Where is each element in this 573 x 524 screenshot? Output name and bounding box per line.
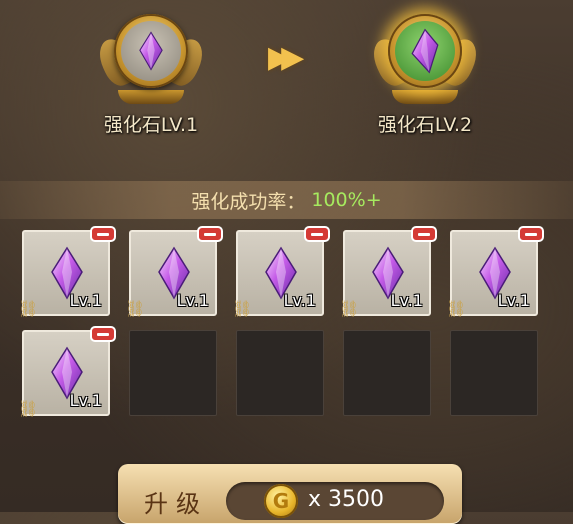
remove-button[interactable] xyxy=(518,226,544,242)
chain-icon: ⛓ xyxy=(446,299,467,318)
material-slot-empty[interactable] xyxy=(236,330,324,416)
material-slot-filled[interactable]: ⛓ Lv.1 xyxy=(18,226,116,318)
remove-button[interactable] xyxy=(411,226,437,242)
purple-crystal-icon xyxy=(139,31,163,71)
chain-icon: ⛓ xyxy=(18,399,39,418)
material-slot-filled[interactable]: ⛓ Lv.1 xyxy=(18,326,116,418)
remove-button[interactable] xyxy=(90,326,116,342)
chain-icon: ⛓ xyxy=(18,299,39,318)
remove-button[interactable] xyxy=(197,226,223,242)
double-chevron-right-icon: ▶▶ xyxy=(268,40,304,75)
medal-base xyxy=(392,90,458,104)
next-stone-medal xyxy=(367,8,483,118)
material-slot-filled[interactable]: ⛓ Lv.1 xyxy=(125,226,223,318)
success-rate-bar: 强化成功率： 100%+ xyxy=(0,181,573,219)
upgrade-cost: x 3500 xyxy=(308,487,384,512)
gold-coin-icon: G xyxy=(264,484,298,518)
success-rate-value: 100%+ xyxy=(311,189,382,211)
material-slot-filled[interactable]: ⛓ Lv.1 xyxy=(339,226,437,318)
minus-icon xyxy=(311,232,323,236)
slot-level: Lv.1 xyxy=(69,291,102,310)
medal-core xyxy=(395,21,455,81)
cost-prefix: x xyxy=(308,487,322,512)
medal-core xyxy=(121,21,181,81)
chain-icon: ⛓ xyxy=(125,299,146,318)
material-slot-empty[interactable] xyxy=(343,330,431,416)
minus-icon xyxy=(97,232,109,236)
upgrade-cost-pill: G x 3500 xyxy=(226,482,444,520)
minus-icon xyxy=(525,232,537,236)
remove-button[interactable] xyxy=(90,226,116,242)
medal-ring xyxy=(114,14,188,88)
current-stone-medal xyxy=(93,8,209,118)
material-slot-empty[interactable] xyxy=(450,330,538,416)
current-stone-label: 强化石LV.1 xyxy=(103,114,199,136)
slot-level: Lv.1 xyxy=(176,291,209,310)
slot-level: Lv.1 xyxy=(497,291,530,310)
material-slot-filled[interactable]: ⛓ Lv.1 xyxy=(232,226,330,318)
chain-icon: ⛓ xyxy=(232,299,253,318)
medal-base xyxy=(118,90,184,104)
success-rate-label: 强化成功率： xyxy=(191,190,306,213)
next-stone-label: 强化石LV.2 xyxy=(377,114,473,136)
cost-amount: 3500 xyxy=(328,487,385,512)
upgrade-label: 升级 xyxy=(144,490,208,518)
minus-icon xyxy=(418,232,430,236)
slot-level: Lv.1 xyxy=(390,291,423,310)
medal-ring xyxy=(388,14,462,88)
minus-icon xyxy=(204,232,216,236)
minus-icon xyxy=(97,332,109,336)
purple-crystal-icon xyxy=(411,28,439,74)
slot-level: Lv.1 xyxy=(69,391,102,410)
material-slot-empty[interactable] xyxy=(129,330,217,416)
material-slot-filled[interactable]: ⛓ Lv.1 xyxy=(446,226,544,318)
chain-icon: ⛓ xyxy=(339,299,360,318)
remove-button[interactable] xyxy=(304,226,330,242)
upgrade-button[interactable]: 升级 G x 3500 xyxy=(118,464,462,524)
slot-level: Lv.1 xyxy=(283,291,316,310)
